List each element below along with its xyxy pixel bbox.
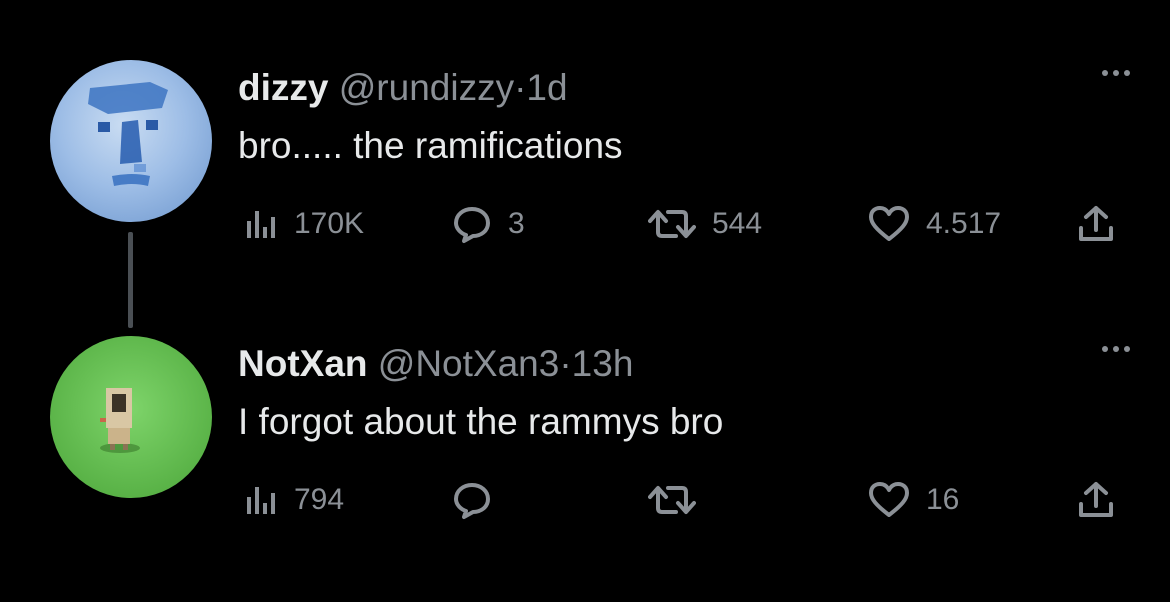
retweet-button[interactable]: 544 [648, 202, 762, 246]
like-count: 16 [926, 483, 960, 516]
views-count: 794 [294, 483, 345, 516]
separator-dot: · [514, 67, 527, 108]
retweet-icon [648, 486, 696, 514]
timestamp[interactable]: 1d [526, 67, 567, 108]
reply-button[interactable] [452, 478, 508, 522]
retweet-count: 544 [712, 207, 763, 240]
views-count: 170K [294, 207, 365, 240]
like-count: 4.517 [926, 207, 1002, 240]
display-name[interactable]: NotXan [238, 343, 368, 384]
tweet-text: bro..... the ramifications [238, 125, 623, 166]
green-grass-character-icon [50, 336, 212, 498]
like-button[interactable]: 16 [868, 478, 959, 522]
reply-button[interactable]: 3 [452, 202, 525, 246]
more-options-icon[interactable] [1102, 346, 1130, 352]
user-handle[interactable]: @rundizzy [339, 67, 514, 108]
heart-icon [869, 206, 909, 241]
heart-icon [869, 482, 909, 517]
share-button[interactable] [1076, 202, 1116, 246]
display-name[interactable]: dizzy [238, 67, 328, 108]
views-chart-icon [247, 211, 275, 238]
timestamp[interactable]: 13h [572, 343, 634, 384]
tweet-header: NotXan @NotXan3·13h [238, 342, 1130, 386]
retweet-button[interactable] [648, 478, 712, 522]
avatar[interactable] [50, 336, 212, 498]
more-options-icon[interactable] [1102, 70, 1130, 76]
reply-count: 3 [508, 207, 525, 240]
views-button[interactable]: 794 [244, 478, 344, 522]
share-upload-icon [1079, 206, 1113, 241]
tweet-text: I forgot about the rammys bro [238, 401, 724, 442]
like-button[interactable]: 4.517 [868, 202, 1001, 246]
reply-bubble-icon [454, 207, 490, 243]
blue-moai-face-icon [50, 60, 212, 222]
reply-bubble-icon [454, 483, 490, 519]
share-upload-icon [1079, 482, 1113, 517]
views-button[interactable]: 170K [244, 202, 364, 246]
thread-connector-line [128, 232, 133, 328]
tweet-header: dizzy @rundizzy·1d [238, 66, 1130, 110]
tweet-actions: 794 16 [244, 478, 1132, 522]
user-handle[interactable]: @NotXan3 [378, 343, 560, 384]
tweet-actions: 170K 3 544 4.517 [244, 202, 1132, 246]
avatar[interactable] [50, 60, 212, 222]
separator-dot: · [559, 343, 572, 384]
views-chart-icon [247, 487, 275, 514]
retweet-icon [648, 210, 696, 238]
share-button[interactable] [1076, 478, 1116, 522]
